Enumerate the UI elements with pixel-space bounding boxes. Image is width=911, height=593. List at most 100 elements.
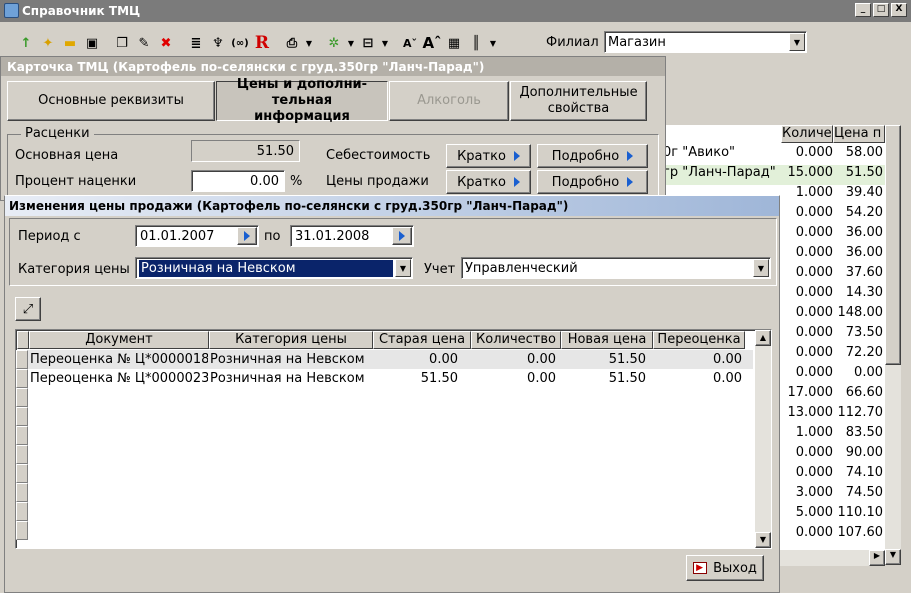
scroll-up-icon[interactable]: ▲	[755, 330, 771, 346]
row-indicator[interactable]	[16, 445, 28, 464]
sale-brief-button[interactable]: Кратко	[446, 170, 531, 194]
folder-icon[interactable]: ▬	[60, 33, 80, 53]
delete-icon[interactable]: ✖	[156, 33, 176, 53]
bg-row-name: 0г "Авико"	[663, 145, 736, 160]
filial-select[interactable]: Магазин ▼	[604, 31, 807, 53]
table-cell: 51.50	[420, 371, 458, 386]
cost-label: Себестоимость	[326, 148, 431, 163]
exit-label: Выход	[713, 560, 757, 576]
bg-row-qty: 1.000	[795, 185, 833, 200]
table-row[interactable]: Переоценка № Ц*00000188 Розничная на Невс…	[28, 350, 753, 369]
date-to-value: 31.01.2008	[295, 229, 370, 244]
period-label: Период с	[18, 229, 81, 244]
minimize-button[interactable]: _	[855, 3, 871, 17]
row-indicator[interactable]	[16, 426, 28, 445]
bg-row-price: 83.50	[845, 425, 883, 440]
tab-main-requisites[interactable]: Основные реквизиты	[7, 81, 215, 121]
bg-table-row[interactable]: гр "Ланч-Парад" 15.000 51.50	[663, 165, 885, 185]
formula-icon[interactable]: (∞)	[230, 33, 250, 53]
tree-icon[interactable]: ♆	[208, 33, 228, 53]
copy-icon[interactable]: ❐	[112, 33, 132, 53]
tabs-row: Основные реквизиты Цены и дополни-тельна…	[7, 77, 647, 124]
scroll-down-icon[interactable]: ▼	[755, 532, 771, 548]
bg-row-price: 110.10	[837, 505, 884, 520]
calculator-icon[interactable]: ▦	[444, 33, 464, 53]
barcode-dropdown-icon[interactable]: ▼	[488, 33, 498, 53]
bg-scroll-down[interactable]: ▼	[885, 549, 901, 565]
bg-scrollbar[interactable]: ▼	[885, 125, 901, 565]
uchet-select[interactable]: Управленческий ▼	[461, 257, 771, 279]
settings-dropdown-icon[interactable]: ▼	[346, 33, 356, 53]
bg-row-qty: 0.000	[795, 285, 833, 300]
markup-field[interactable]: 0.00	[191, 170, 285, 192]
chart-button[interactable]: ⤢	[15, 297, 41, 321]
font-increase-icon[interactable]: Aˆ	[422, 33, 442, 53]
cost-brief-button[interactable]: Кратко	[446, 144, 531, 168]
exit-icon: ▶	[693, 562, 708, 574]
date-from-picker-icon[interactable]	[237, 227, 257, 245]
bg-row-qty: 0.000	[795, 265, 833, 280]
row-indicator[interactable]	[16, 521, 28, 540]
up-arrow-icon[interactable]: ↑	[16, 33, 36, 53]
bg-scroll-thumb[interactable]	[885, 125, 901, 365]
save-icon[interactable]: ▣	[82, 33, 102, 53]
tab-additional-props[interactable]: Дополнительные свойства	[510, 81, 647, 121]
tab-alcohol[interactable]: Алкоголь	[389, 81, 509, 121]
col-new-price[interactable]: Новая цена	[561, 331, 653, 349]
grid-scrollbar[interactable]: ▲ ▼	[755, 330, 771, 548]
row-indicator[interactable]	[16, 350, 28, 369]
col-quantity[interactable]: Количество	[471, 331, 561, 349]
print-dropdown-icon[interactable]: ▼	[304, 33, 314, 53]
bg-header-qty[interactable]: Количе	[781, 125, 833, 143]
font-decrease-icon[interactable]: Aˇ	[400, 33, 420, 53]
col-old-price[interactable]: Старая цена	[373, 331, 471, 349]
chevron-down-icon[interactable]: ▼	[753, 259, 769, 277]
new-item-icon[interactable]: ✦	[38, 33, 58, 53]
row-indicator[interactable]	[16, 388, 28, 407]
date-to-picker-icon[interactable]	[392, 227, 412, 245]
hierarchy-dropdown-icon[interactable]: ▼	[380, 33, 390, 53]
category-value: Розничная на Невском	[139, 259, 393, 277]
chevron-down-icon[interactable]: ▼	[789, 33, 805, 51]
bg-header-price[interactable]: Цена п	[833, 125, 885, 143]
table-cell: Розничная на Невском	[210, 371, 365, 386]
date-from-field[interactable]: 01.01.2007	[135, 225, 259, 247]
list-icon[interactable]: ≣	[186, 33, 206, 53]
settings-icon[interactable]: ✲	[324, 33, 344, 53]
product-card-window: Карточка ТМЦ (Картофель по-селянски с гр…	[0, 56, 666, 204]
barcode-icon[interactable]: ║	[466, 33, 486, 53]
date-to-field[interactable]: 31.01.2008	[290, 225, 414, 247]
bg-hscroll-right[interactable]: ▶	[869, 550, 885, 566]
row-indicator[interactable]	[16, 483, 28, 502]
table-cell: 0.00	[713, 352, 742, 367]
bg-row-price: 51.50	[845, 165, 883, 180]
row-indicator[interactable]	[16, 369, 28, 388]
bg-row-price: 112.70	[837, 405, 884, 420]
table-row[interactable]: Переоценка № Ц*00000235 Розничная на Невс…	[28, 369, 753, 388]
to-label: по	[264, 229, 281, 244]
price-changes-dialog: Изменения цены продажи (Картофель по-сел…	[4, 195, 780, 593]
row-indicator[interactable]	[16, 407, 28, 426]
print-icon[interactable]: ⎙	[282, 33, 302, 53]
table-cell: 0.00	[527, 371, 556, 386]
row-indicator[interactable]	[16, 502, 28, 521]
exit-button[interactable]: ▶ Выход	[686, 555, 764, 581]
filial-label: Филиал	[546, 35, 599, 50]
col-revaluation[interactable]: Переоценка	[653, 331, 745, 349]
row-indicator[interactable]	[16, 464, 28, 483]
cost-detail-button[interactable]: Подробно	[537, 144, 648, 168]
sale-detail-button[interactable]: Подробно	[537, 170, 648, 194]
edit-icon[interactable]: ✎	[134, 33, 154, 53]
tab-prices-info[interactable]: Цены и дополни-тельная информация	[216, 77, 388, 124]
col-category[interactable]: Категория цены	[209, 331, 373, 349]
col-document[interactable]: Документ	[29, 331, 209, 349]
bg-row-price: 72.20	[845, 345, 883, 360]
chevron-down-icon[interactable]: ▼	[395, 259, 411, 277]
bg-table-row[interactable]: 0г "Авико" 0.000 58.00	[663, 145, 885, 165]
close-button[interactable]: X	[891, 3, 907, 17]
category-select[interactable]: Розничная на Невском ▼	[135, 257, 413, 279]
markup-label: Процент наценки	[15, 174, 137, 189]
hierarchy-icon[interactable]: ⊟	[358, 33, 378, 53]
maximize-button[interactable]: □	[873, 3, 889, 17]
report-icon[interactable]: R	[252, 33, 272, 53]
